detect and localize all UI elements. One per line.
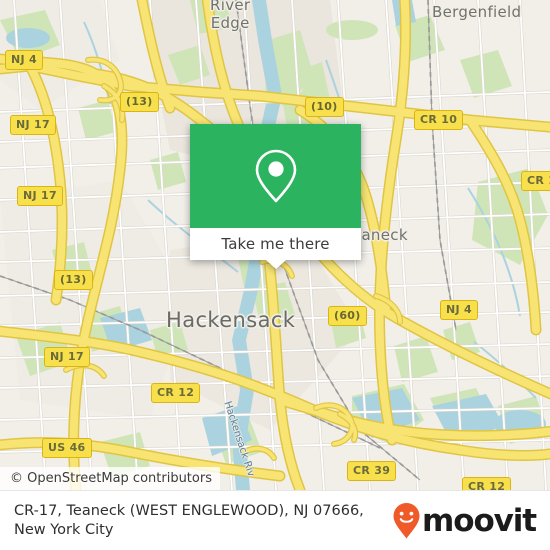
popup-header (190, 124, 361, 228)
moovit-wordmark: moovit (422, 502, 537, 539)
shield-cr-39-s[interactable]: CR 39 (347, 461, 397, 481)
popup-pointer (265, 260, 286, 269)
shield-60-c[interactable]: (60) (328, 306, 367, 326)
shield-cr-10-e[interactable]: CR 10 (521, 171, 550, 191)
map-pin-icon (255, 149, 296, 203)
take-me-there-button[interactable]: Take me there (190, 228, 361, 260)
shield-13-w[interactable]: (13) (54, 270, 93, 290)
shield-nj-4-nw[interactable]: NJ 4 (5, 50, 43, 70)
osm-attribution[interactable]: © OpenStreetMap contributors (0, 467, 220, 490)
moovit-pin-smiley-icon (393, 502, 420, 538)
location-title: CR-17, Teaneck (WEST ENGLEWOOD), NJ 0766… (0, 502, 392, 540)
footer-bar: CR-17, Teaneck (WEST ENGLEWOOD), NJ 0766… (0, 490, 550, 550)
map-canvas[interactable]: River Edge Bergenfield Hackensack Teanec… (0, 0, 550, 490)
shield-10-n[interactable]: (10) (305, 97, 344, 117)
moovit-logo[interactable]: moovit (392, 502, 550, 540)
shield-us-46-s[interactable]: US 46 (42, 438, 92, 458)
location-title-line2: New York City (14, 521, 114, 538)
shield-cr-10-ne[interactable]: CR 10 (414, 110, 464, 130)
map-screenshot: River Edge Bergenfield Hackensack Teanec… (0, 0, 550, 550)
location-title-line1: CR-17, Teaneck (WEST ENGLEWOOD), NJ 0766… (14, 502, 364, 519)
shield-nj-4-e[interactable]: NJ 4 (440, 300, 478, 320)
shield-13-n[interactable]: (13) (120, 92, 159, 112)
shield-cr-12-sw[interactable]: CR 12 (151, 383, 201, 403)
shield-nj-17-sw[interactable]: NJ 17 (44, 347, 90, 367)
location-popup-card[interactable]: Take me there (190, 124, 361, 269)
shield-nj-17-nw[interactable]: NJ 17 (10, 115, 56, 135)
shield-nj-17-w[interactable]: NJ 17 (17, 186, 63, 206)
shield-cr-12-se[interactable]: CR 12 (462, 477, 512, 490)
